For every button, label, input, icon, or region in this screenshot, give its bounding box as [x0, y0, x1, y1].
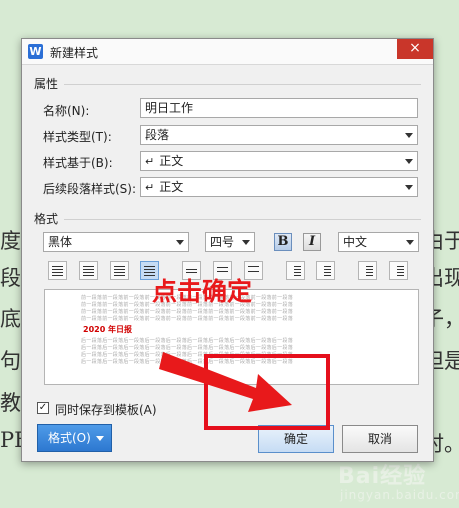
red-arrow-icon [159, 352, 292, 412]
annotation-text: 点击确定 [152, 277, 253, 306]
